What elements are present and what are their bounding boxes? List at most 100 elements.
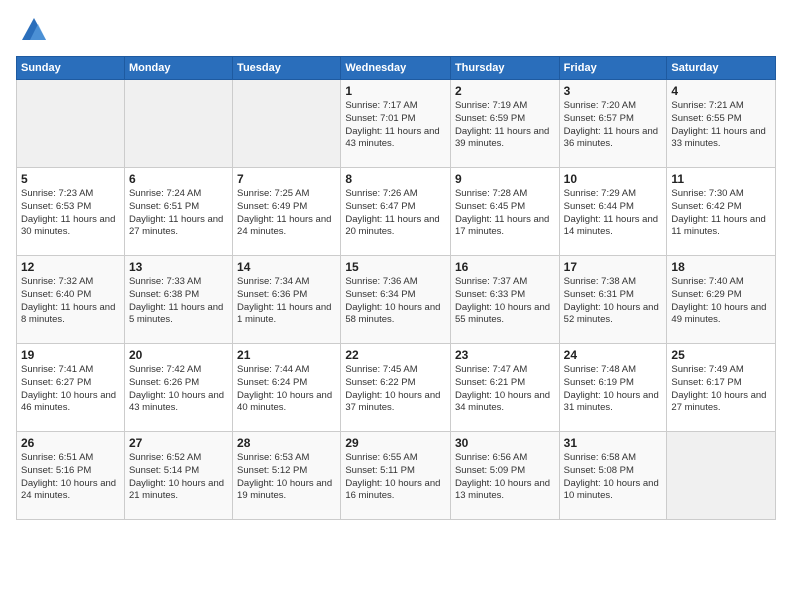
day-number: 8 [345,172,446,186]
calendar-cell: 10 Sunrise: 7:29 AM Sunset: 6:44 PM Dayli… [559,168,667,256]
calendar-cell: 1Sunrise: 7:17 AM Sunset: 7:01 PM Daylig… [341,80,451,168]
day-number: 27 [129,436,228,450]
calendar-cell: 22 Sunrise: 7:45 AM Sunset: 6:22 PM Dayli… [341,344,451,432]
day-number: 21 [237,348,336,362]
day-info: Sunrise: 7:30 AM Sunset: 6:42 PM Dayligh… [671,188,771,239]
calendar-cell: 9 Sunrise: 7:28 AM Sunset: 6:45 PM Daylig… [450,168,559,256]
calendar-cell: 4 Sunrise: 7:21 AM Sunset: 6:55 PM Daylig… [667,80,776,168]
day-info: Sunrise: 7:44 AM Sunset: 6:24 PM Dayligh… [237,364,336,415]
logo-icon [20,16,48,44]
calendar-cell [124,80,232,168]
calendar-cell: 23Sunrise: 7:47 AM Sunset: 6:21 PM Dayli… [450,344,559,432]
calendar-cell: 19 Sunrise: 7:41 AM Sunset: 6:27 PM Dayli… [17,344,125,432]
day-number: 26 [21,436,120,450]
calendar-cell: 17 Sunrise: 7:38 AM Sunset: 6:31 PM Dayli… [559,256,667,344]
calendar-week-row: 1Sunrise: 7:17 AM Sunset: 7:01 PM Daylig… [17,80,776,168]
day-info: Sunrise: 7:33 AM Sunset: 6:38 PM Dayligh… [129,276,228,327]
day-info: Sunrise: 7:41 AM Sunset: 6:27 PM Dayligh… [21,364,120,415]
day-info: Sunrise: 7:21 AM Sunset: 6:55 PM Dayligh… [671,100,771,151]
day-info: Sunrise: 7:20 AM Sunset: 6:57 PM Dayligh… [564,100,663,151]
calendar-cell: 26Sunrise: 6:51 AM Sunset: 5:16 PM Dayli… [17,432,125,520]
day-of-week-header: Wednesday [341,57,451,80]
day-info: Sunrise: 6:52 AM Sunset: 5:14 PM Dayligh… [129,452,228,503]
calendar-cell: 13 Sunrise: 7:33 AM Sunset: 6:38 PM Dayli… [124,256,232,344]
calendar-cell: 6 Sunrise: 7:24 AM Sunset: 6:51 PM Daylig… [124,168,232,256]
day-number: 30 [455,436,555,450]
calendar-cell: 28 Sunrise: 6:53 AM Sunset: 5:12 PM Dayli… [233,432,341,520]
calendar-cell: 2 Sunrise: 7:19 AM Sunset: 6:59 PM Daylig… [450,80,559,168]
day-number: 25 [671,348,771,362]
day-info: Sunrise: 7:36 AM Sunset: 6:34 PM Dayligh… [345,276,446,327]
day-number: 11 [671,172,771,186]
page-header [16,16,776,44]
calendar-cell: 29 Sunrise: 6:55 AM Sunset: 5:11 PM Dayli… [341,432,451,520]
calendar-week-row: 5 Sunrise: 7:23 AM Sunset: 6:53 PM Daylig… [17,168,776,256]
day-info: Sunrise: 6:53 AM Sunset: 5:12 PM Dayligh… [237,452,336,503]
day-number: 5 [21,172,120,186]
calendar-cell [17,80,125,168]
day-number: 29 [345,436,446,450]
day-info: Sunrise: 7:42 AM Sunset: 6:26 PM Dayligh… [129,364,228,415]
day-info: Sunrise: 6:56 AM Sunset: 5:09 PM Dayligh… [455,452,555,503]
day-number: 20 [129,348,228,362]
day-number: 14 [237,260,336,274]
calendar-cell: 7Sunrise: 7:25 AM Sunset: 6:49 PM Daylig… [233,168,341,256]
day-info: Sunrise: 6:55 AM Sunset: 5:11 PM Dayligh… [345,452,446,503]
calendar-cell: 24 Sunrise: 7:48 AM Sunset: 6:19 PM Dayli… [559,344,667,432]
day-number: 13 [129,260,228,274]
calendar-cell: 25 Sunrise: 7:49 AM Sunset: 6:17 PM Dayli… [667,344,776,432]
day-number: 31 [564,436,663,450]
day-info: Sunrise: 7:23 AM Sunset: 6:53 PM Dayligh… [21,188,120,239]
day-info: Sunrise: 7:45 AM Sunset: 6:22 PM Dayligh… [345,364,446,415]
calendar-cell: 8Sunrise: 7:26 AM Sunset: 6:47 PM Daylig… [341,168,451,256]
day-number: 1 [345,84,446,98]
day-number: 2 [455,84,555,98]
day-number: 17 [564,260,663,274]
calendar-header-row: SundayMondayTuesdayWednesdayThursdayFrid… [17,57,776,80]
day-number: 9 [455,172,555,186]
calendar-cell: 21 Sunrise: 7:44 AM Sunset: 6:24 PM Dayli… [233,344,341,432]
calendar-cell: 20 Sunrise: 7:42 AM Sunset: 6:26 PM Dayli… [124,344,232,432]
day-info: Sunrise: 7:34 AM Sunset: 6:36 PM Dayligh… [237,276,336,327]
calendar-cell: 30 Sunrise: 6:56 AM Sunset: 5:09 PM Dayli… [450,432,559,520]
calendar: SundayMondayTuesdayWednesdayThursdayFrid… [16,56,776,520]
day-number: 6 [129,172,228,186]
day-info: Sunrise: 7:28 AM Sunset: 6:45 PM Dayligh… [455,188,555,239]
calendar-cell: 12 Sunrise: 7:32 AM Sunset: 6:40 PM Dayli… [17,256,125,344]
day-number: 10 [564,172,663,186]
day-info: Sunrise: 7:48 AM Sunset: 6:19 PM Dayligh… [564,364,663,415]
calendar-cell: 18 Sunrise: 7:40 AM Sunset: 6:29 PM Dayli… [667,256,776,344]
day-of-week-header: Saturday [667,57,776,80]
day-number: 19 [21,348,120,362]
day-of-week-header: Friday [559,57,667,80]
day-of-week-header: Tuesday [233,57,341,80]
day-number: 4 [671,84,771,98]
day-info: Sunrise: 7:32 AM Sunset: 6:40 PM Dayligh… [21,276,120,327]
calendar-cell: 5 Sunrise: 7:23 AM Sunset: 6:53 PM Daylig… [17,168,125,256]
calendar-cell: 27 Sunrise: 6:52 AM Sunset: 5:14 PM Dayli… [124,432,232,520]
calendar-cell [233,80,341,168]
calendar-cell: 14 Sunrise: 7:34 AM Sunset: 6:36 PM Dayli… [233,256,341,344]
calendar-cell: 15 Sunrise: 7:36 AM Sunset: 6:34 PM Dayli… [341,256,451,344]
day-number: 12 [21,260,120,274]
day-info: Sunrise: 7:24 AM Sunset: 6:51 PM Dayligh… [129,188,228,239]
calendar-cell: 3Sunrise: 7:20 AM Sunset: 6:57 PM Daylig… [559,80,667,168]
calendar-week-row: 19 Sunrise: 7:41 AM Sunset: 6:27 PM Dayli… [17,344,776,432]
day-info: Sunrise: 7:49 AM Sunset: 6:17 PM Dayligh… [671,364,771,415]
day-info: Sunrise: 7:47 AM Sunset: 6:21 PM Dayligh… [455,364,555,415]
day-info: Sunrise: 7:38 AM Sunset: 6:31 PM Dayligh… [564,276,663,327]
day-info: Sunrise: 7:19 AM Sunset: 6:59 PM Dayligh… [455,100,555,151]
day-number: 24 [564,348,663,362]
day-number: 22 [345,348,446,362]
day-number: 28 [237,436,336,450]
day-of-week-header: Sunday [17,57,125,80]
day-info: Sunrise: 6:58 AM Sunset: 5:08 PM Dayligh… [564,452,663,503]
calendar-cell: 31 Sunrise: 6:58 AM Sunset: 5:08 PM Dayli… [559,432,667,520]
logo [16,16,48,44]
day-number: 18 [671,260,771,274]
day-info: Sunrise: 7:29 AM Sunset: 6:44 PM Dayligh… [564,188,663,239]
day-number: 15 [345,260,446,274]
day-info: Sunrise: 7:40 AM Sunset: 6:29 PM Dayligh… [671,276,771,327]
calendar-cell: 11 Sunrise: 7:30 AM Sunset: 6:42 PM Dayli… [667,168,776,256]
day-of-week-header: Thursday [450,57,559,80]
